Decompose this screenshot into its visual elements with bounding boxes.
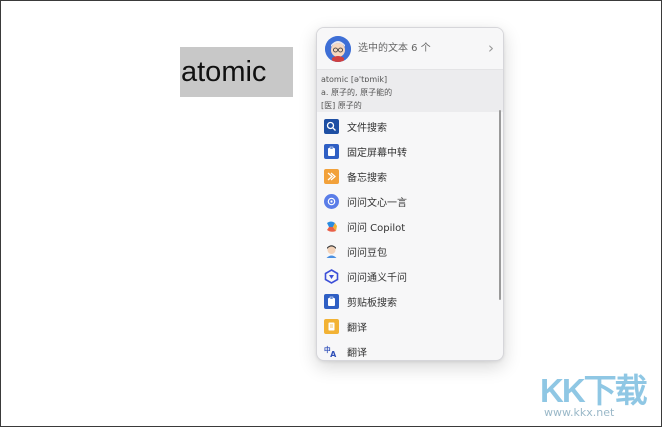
action-label: 剪贴板搜索 (347, 298, 397, 309)
action-label: 问问 Copilot (347, 223, 406, 234)
memo-icon (324, 169, 339, 184)
watermark-logo: KK下载 (540, 372, 648, 409)
copilot-icon (324, 219, 339, 234)
action-clipboard-search[interactable]: 剪贴板搜索 (317, 289, 503, 314)
clipboard-icon (324, 294, 339, 309)
action-list: 文件搜索 固定屏幕中转 备忘搜索 问问文心一言 问问 Copilot 问问豆包 … (317, 110, 503, 360)
action-label: 问问文心一言 (347, 198, 407, 209)
popup-scrollbar[interactable] (499, 110, 501, 300)
action-ask-copilot[interactable]: 问问 Copilot (317, 214, 503, 239)
action-ask-wenxin[interactable]: 问问文心一言 (317, 189, 503, 214)
translate-icon: 中A (324, 344, 339, 359)
action-label: 问问豆包 (347, 248, 387, 259)
doubao-icon (324, 244, 339, 259)
action-label: 翻译 (347, 323, 367, 334)
avatar-icon (325, 36, 351, 62)
action-label: 备忘搜索 (347, 173, 387, 184)
pin-clipboard-icon (324, 144, 339, 159)
popup-header[interactable]: 选中的文本 6 个 › (317, 28, 503, 69)
chevron-right-icon[interactable]: › (488, 28, 494, 69)
action-translate-doc[interactable]: 翻译 (317, 314, 503, 339)
action-ask-tongyi[interactable]: 问问通义千问 (317, 264, 503, 289)
selected-text-count: 选中的文本 6 个 (358, 43, 431, 54)
action-translate[interactable]: 中A 翻译 (317, 339, 503, 360)
translate-doc-icon (324, 319, 339, 334)
wenxin-icon (324, 194, 339, 209)
action-pin-screen[interactable]: 固定屏幕中转 (317, 139, 503, 164)
action-memo-search[interactable]: 备忘搜索 (317, 164, 503, 189)
action-label: 文件搜索 (347, 123, 387, 134)
dict-meaning: a. 原子的, 原子能的 (321, 88, 393, 97)
search-icon (324, 119, 339, 134)
dictionary-panel: atomic [ə'tɒmik] a. 原子的, 原子能的 [医] 原子的 (317, 69, 503, 112)
watermark-url: www.kkx.net (544, 406, 615, 419)
watermark: KK下载 www.kkx.net (520, 362, 660, 424)
action-ask-doubao[interactable]: 问问豆包 (317, 239, 503, 264)
action-file-search[interactable]: 文件搜索 (317, 114, 503, 139)
quicker-popup: 选中的文本 6 个 › atomic [ə'tɒmik] a. 原子的, 原子能… (316, 27, 504, 361)
dict-meaning-medical: [医] 原子的 (321, 101, 362, 110)
action-label: 固定屏幕中转 (347, 148, 407, 159)
selected-text[interactable]: atomic (180, 47, 293, 97)
action-label: 问问通义千问 (347, 273, 407, 284)
tongyi-icon (324, 269, 339, 284)
dict-word: atomic [ə'tɒmik] (321, 75, 388, 84)
action-label: 翻译 (347, 348, 367, 359)
svg-text:A: A (330, 350, 337, 359)
